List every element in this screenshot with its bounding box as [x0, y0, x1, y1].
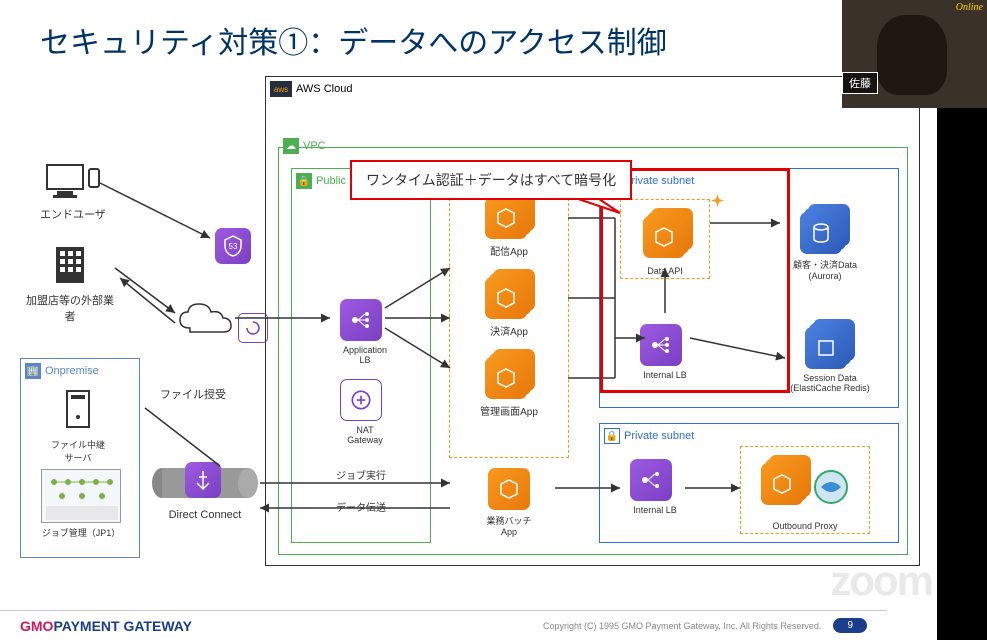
alb-icon	[340, 299, 382, 341]
batch-icon	[488, 468, 530, 510]
direct-connect-group: Direct Connect	[150, 466, 260, 521]
aws-title: aws AWS Cloud	[270, 81, 352, 97]
data-trans-label: データ伝送	[336, 499, 386, 514]
alb-group: Application LB	[340, 299, 390, 365]
file-receive-label: ファイル授受	[160, 386, 226, 402]
vpc-title: ☁ VPC	[283, 138, 326, 154]
building-icon	[48, 243, 92, 287]
jp1-group: ジョブ管理（JP1）	[31, 469, 131, 539]
job-exec-label: ジョブ実行	[336, 467, 386, 482]
footer: GMOPAYMENT GATEWAY Copyright (C) 1995 GM…	[0, 610, 887, 640]
diagram-canvas: エンドユーザ 加盟店等の外部業者 53 ファイル授受 Direct Connec…	[20, 68, 920, 578]
merchant-group: 加盟店等の外部業者	[25, 243, 115, 324]
ilb-icon	[630, 459, 672, 501]
private-subnet-2: 🔒 Private subnet Internal LB	[599, 423, 899, 543]
dc-label: Direct Connect	[150, 509, 260, 521]
aws-cloud-region: aws AWS Cloud ☁ VPC 🔒 Public	[265, 76, 920, 566]
igw-icon	[238, 313, 268, 343]
batch-group: 業務バッチApp	[479, 468, 539, 537]
svg-text:53: 53	[229, 242, 238, 251]
aws-icon: aws	[270, 81, 292, 97]
company-logo: GMOPAYMENT GATEWAY	[20, 618, 192, 634]
presenter-name: 佐藤	[842, 72, 878, 94]
kessai-stack	[485, 269, 535, 319]
apps-group: 配信App 決済App 管理画面App	[449, 178, 569, 458]
lock-icon: 🔒	[296, 173, 312, 189]
onpremise-title: 🏢 Onpremise	[25, 363, 99, 379]
enduser-icon	[45, 163, 101, 201]
public-subnet: 🔒 Public Application LB NAT Gateway ジョブ実…	[291, 168, 431, 543]
jp1-window-icon	[41, 469, 121, 523]
private2-title: 🔒 Private subnet	[604, 428, 694, 444]
internet-cloud-icon	[175, 298, 235, 340]
nat-group: NAT Gateway	[340, 379, 390, 445]
zoom-watermark: zoom	[830, 557, 932, 605]
slide: セキュリティ対策①：データへのアクセス制御 エンドユーザ 加盟店等の外部業者 5…	[0, 0, 937, 640]
onpremise-region: 🏢 Onpremise ファイル中継 サーバ ジョブ管理（JP1）	[20, 358, 140, 558]
dc-icon	[185, 462, 221, 498]
proxy-group: Outbound Proxy	[740, 446, 870, 534]
callout-box: ワンタイム認証＋データはすべて暗号化	[350, 160, 632, 200]
kanri-stack	[485, 349, 535, 399]
copyright: Copyright (C) 1995 GMO Payment Gateway, …	[543, 621, 821, 631]
onprem-icon: 🏢	[25, 363, 41, 379]
enduser-label: エンドユーザ	[40, 206, 106, 222]
enduser-group: エンドユーザ	[40, 163, 106, 222]
ilb2-group: Internal LB	[630, 459, 680, 515]
webcam-overlay: Online 佐藤	[842, 0, 987, 108]
page-number: 9	[833, 618, 867, 633]
route53-icon: 53	[215, 228, 251, 264]
proxy-icon	[811, 467, 851, 507]
file-relay-server: ファイル中継 サーバ	[51, 389, 105, 464]
presenter-silhouette	[877, 15, 947, 95]
nat-icon	[340, 379, 382, 421]
vpc-icon: ☁	[283, 138, 299, 154]
slide-title: セキュリティ対策①：データへのアクセス制御	[0, 0, 937, 62]
public-title: 🔒 Public	[296, 173, 346, 189]
server-icon	[61, 389, 95, 433]
merchant-label: 加盟店等の外部業者	[25, 292, 115, 324]
lock-icon: 🔒	[604, 428, 620, 444]
online-badge: Online	[956, 2, 983, 13]
